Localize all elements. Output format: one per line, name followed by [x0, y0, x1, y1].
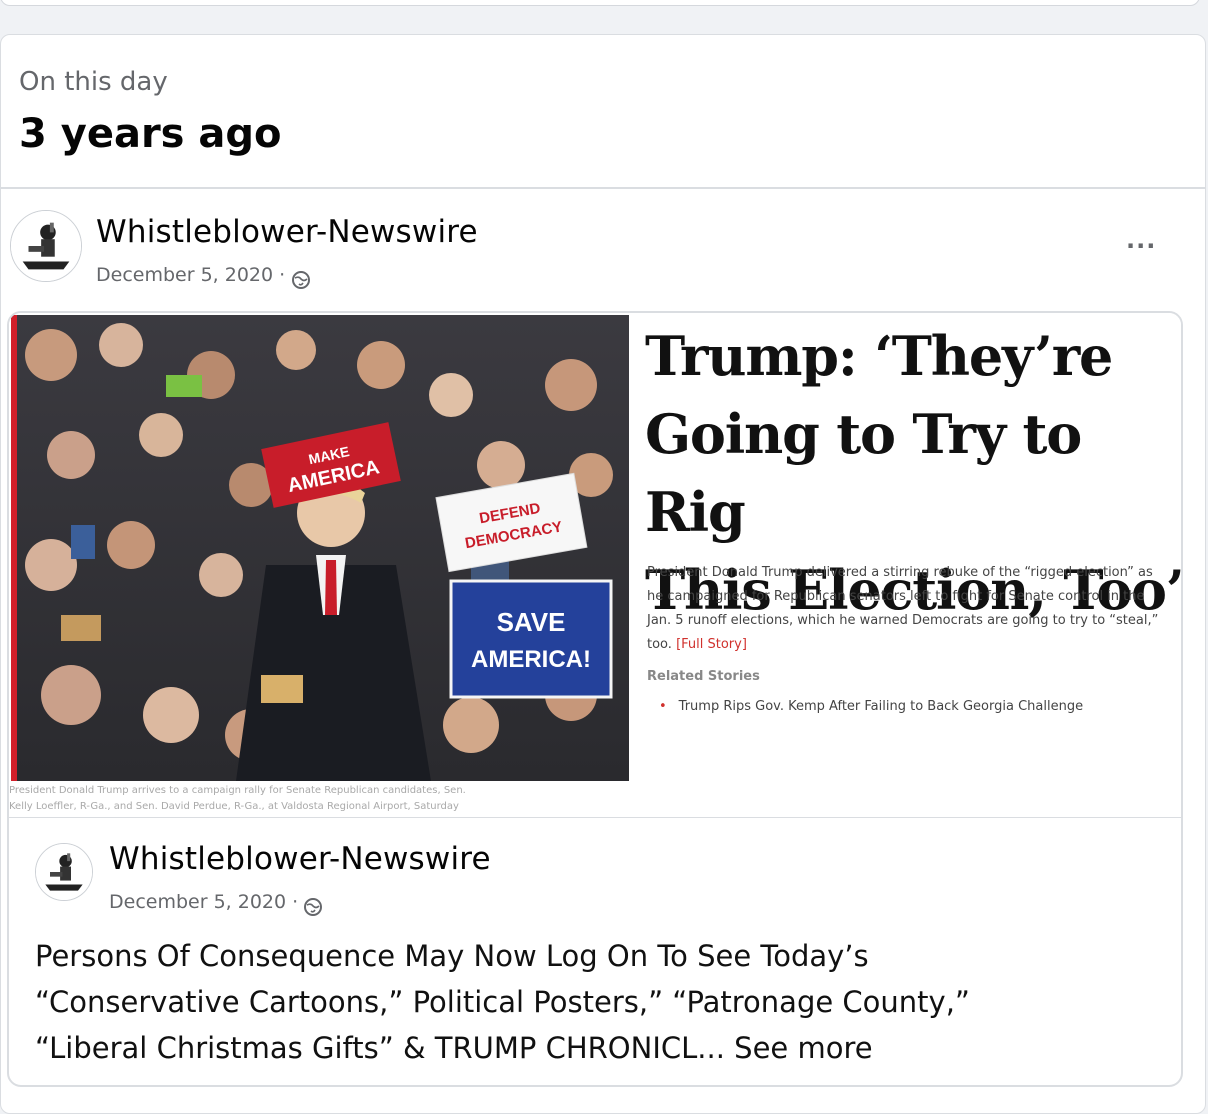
shared-post-date[interactable]: December 5, 2020 ·: [109, 891, 298, 913]
shared-post-text: Persons Of Consequence May Now Log On To…: [35, 933, 1175, 1071]
svg-text:AMERICA!: AMERICA!: [471, 646, 591, 673]
post-date[interactable]: December 5, 2020 ·: [96, 264, 285, 286]
photo-caption-line: President Donald Trump arrives to a camp…: [9, 785, 466, 796]
shared-post-text-line: Persons Of Consequence May Now Log On To…: [35, 939, 869, 973]
photo-caption: President Donald Trump arrives to a camp…: [9, 783, 629, 815]
shared-post-text-line: “Liberal Christmas Gifts” & TRUMP CHRONI…: [35, 1031, 725, 1065]
memory-title: 3 years ago: [19, 111, 282, 157]
see-more-link[interactable]: See more: [734, 1031, 872, 1065]
previous-card-edge: [0, 0, 1200, 6]
rally-photo: MAKE AMERICA DEFEND DEMOCRACY SAVE AMERI…: [11, 315, 629, 781]
memory-label: On this day: [19, 67, 168, 97]
headline-line: Going to Try to Rig: [645, 402, 1082, 544]
shared-author-avatar[interactable]: [35, 843, 93, 901]
svg-text:SAVE: SAVE: [497, 607, 566, 637]
globe-icon: [304, 898, 322, 916]
related-story-item[interactable]: Trump Rips Gov. Kemp After Failing to Ba…: [659, 699, 1083, 714]
post-author-name[interactable]: Whistleblower-Newswire: [96, 214, 478, 250]
shared-post-author[interactable]: Whistleblower-Newswire: [109, 841, 491, 877]
shared-post-text-line: “Conservative Cartoons,” Political Poste…: [35, 985, 970, 1019]
shared-link-preview[interactable]: MAKE AMERICA DEFEND DEMOCRACY SAVE AMERI…: [7, 311, 1183, 1087]
article-summary: President Donald Trump delivered a stirr…: [647, 561, 1167, 657]
memory-header: On this day 3 years ago: [1, 35, 1205, 189]
author-avatar[interactable]: [10, 210, 82, 282]
full-story-link[interactable]: [Full Story]: [676, 637, 747, 652]
related-stories-title: Related Stories: [647, 669, 760, 684]
article-image[interactable]: MAKE AMERICA DEFEND DEMOCRACY SAVE AMERI…: [9, 313, 1181, 818]
globe-icon: [292, 271, 310, 289]
more-options-button[interactable]: ···: [1126, 232, 1156, 260]
headline-line: Trump: ‘They’re: [645, 324, 1113, 388]
photo-caption-line: Kelly Loeffler, R-Ga., and Sen. David Pe…: [9, 801, 459, 812]
shared-post-text-line-last: “Liberal Christmas Gifts” & TRUMP CHRONI…: [35, 1025, 1175, 1071]
